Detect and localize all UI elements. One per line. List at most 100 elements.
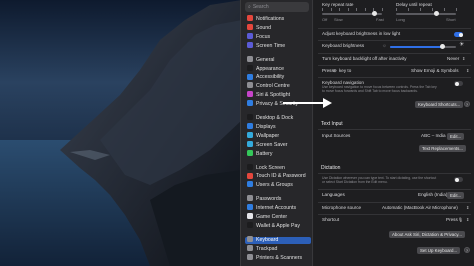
shortcut-label: Shortcut <box>322 217 340 222</box>
backlight-value[interactable]: Never <box>447 56 459 62</box>
sidebar-item-users-groups[interactable]: Users & Groups <box>245 181 311 189</box>
sidebar-item-notifications[interactable]: Notifications <box>245 15 311 23</box>
search-icon: ⌕ <box>248 4 251 10</box>
sidebar-item-lock-screen[interactable]: Lock Screen <box>245 163 311 172</box>
sidebar-item-internet-accounts[interactable]: Internet Accounts <box>245 204 311 212</box>
microphone-source-value[interactable]: Automatic (MacBook Air Microphone) <box>382 205 458 211</box>
sidebar-item-label: Displays <box>256 123 276 130</box>
sidebar-item-label: Passwords <box>256 196 282 203</box>
dictation-toggle[interactable] <box>454 177 463 182</box>
sidebar-item-icon <box>247 123 253 130</box>
sidebar-item-focus[interactable]: Focus <box>245 32 311 41</box>
press-globe-key-label: key to <box>339 68 352 73</box>
chevron-updown-icon[interactable]: ⇕ <box>466 217 469 223</box>
slider-tick <box>456 8 457 11</box>
sidebar-item-icon <box>247 181 253 188</box>
sidebar-item-icon <box>247 100 253 107</box>
sidebar-item-icon <box>247 204 253 211</box>
slider-tick <box>322 8 323 11</box>
sidebar-item-label: Desktop & Dock <box>256 115 294 121</box>
help-button[interactable]: ? <box>464 247 470 253</box>
press-globe-value[interactable]: Show Emoji & Symbols <box>411 68 459 74</box>
sidebar-item-keyboard[interactable]: Keyboard <box>245 235 311 244</box>
sidebar-item-touch-id-password[interactable]: Touch ID & Password <box>245 172 311 180</box>
help-button[interactable]: ? <box>464 101 470 107</box>
sidebar-item-displays[interactable]: Displays <box>245 123 311 131</box>
slider-tick <box>408 8 409 11</box>
sidebar-item-icon <box>247 222 253 229</box>
text-replacements-button[interactable]: Text Replacements... <box>419 145 466 152</box>
delay-long-label: Long <box>396 17 405 22</box>
sidebar-item-passwords[interactable]: Passwords <box>245 195 311 203</box>
slider-tick <box>347 8 349 11</box>
sidebar-item-icon <box>247 24 253 31</box>
sidebar-item-desktop-dock[interactable]: Desktop & Dock <box>245 114 311 122</box>
sidebar-item-control-centre[interactable]: Control Centre <box>245 82 311 90</box>
input-sources-edit-button[interactable]: Edit... <box>447 133 465 140</box>
brightness-slider-knob[interactable] <box>440 44 446 49</box>
divider <box>318 65 471 66</box>
key-repeat-slider[interactable] <box>322 11 382 16</box>
divider <box>318 214 471 215</box>
sidebar-item-icon <box>247 114 253 121</box>
sidebar-item-label: Printers & Scanners <box>256 254 303 261</box>
slider-tick <box>432 8 433 11</box>
sidebar-item-icon <box>247 172 253 179</box>
slider-tick <box>420 8 421 11</box>
globe-icon: ⊕ <box>333 68 337 73</box>
languages-edit-button[interactable]: Edit... <box>447 192 465 199</box>
sidebar-item-battery[interactable]: Battery <box>245 149 311 158</box>
sidebar-item-trackpad[interactable]: Trackpad <box>245 244 311 253</box>
system-settings-window: ⌕ Search Notifications Sound Focus Screen Ti… <box>240 0 474 266</box>
delay-repeat-slider[interactable] <box>396 11 456 16</box>
sidebar-item-wallpaper[interactable]: Wallpaper <box>245 131 311 140</box>
delay-until-repeat-label: Delay until repeat <box>396 2 432 7</box>
sidebar-item-label: Appearance <box>256 65 284 72</box>
toggle-knob <box>458 32 463 37</box>
slider-tick <box>364 8 366 11</box>
sidebar-item-general[interactable]: General <box>245 55 311 64</box>
keyboard-brightness-slider[interactable] <box>390 44 456 49</box>
sidebar-item-label: Game Center <box>256 214 288 220</box>
sidebar-item-icon <box>247 195 253 202</box>
sidebar-item-icon <box>247 235 253 242</box>
keyboard-shortcuts-button[interactable]: Keyboard Shortcuts... <box>415 101 464 108</box>
languages-value: English (India) <box>418 192 448 197</box>
key-repeat-slider-knob[interactable] <box>372 11 378 16</box>
chevron-updown-icon[interactable]: ⇕ <box>462 56 465 62</box>
sidebar-item-label: Wallpaper <box>256 132 280 139</box>
slider-tick <box>373 8 375 11</box>
input-sources-label: Input Sources <box>322 133 351 138</box>
about-siri-dictation-privacy-button[interactable]: About Ask Siri, Dictation & Privacy... <box>389 231 465 238</box>
set-up-keyboard-button[interactable]: Set Up Keyboard... <box>417 247 461 254</box>
sidebar-item-icon <box>247 64 253 71</box>
search-field[interactable]: ⌕ Search <box>245 2 309 12</box>
sidebar-item-appearance[interactable]: Appearance <box>245 64 311 73</box>
delay-short-label: Short <box>446 17 456 22</box>
divider <box>318 28 471 29</box>
chevron-updown-icon[interactable]: ⇕ <box>466 205 469 211</box>
adjust-brightness-toggle[interactable] <box>454 32 463 37</box>
sidebar-item-game-center[interactable]: Game Center <box>245 213 311 221</box>
sidebar-item-icon <box>247 82 253 89</box>
sidebar-item-accessibility[interactable]: Accessibility <box>245 73 311 81</box>
delay-repeat-slider-knob[interactable] <box>433 11 439 16</box>
sidebar-item-printers-scanners[interactable]: Printers & Scanners <box>245 253 311 262</box>
sidebar-item-screen-time[interactable]: Screen Time <box>245 41 311 50</box>
divider <box>318 40 471 41</box>
chevron-updown-icon[interactable]: ⇕ <box>466 68 469 74</box>
sidebar-item-sound[interactable]: Sound <box>245 24 311 32</box>
sidebar-item-wallet-apple-pay[interactable]: Wallet & Apple Pay <box>245 222 311 230</box>
sidebar-item-icon <box>247 244 253 251</box>
key-repeat-rate-label: Key repeat rate <box>322 2 354 7</box>
sidebar-item-label: Touch ID & Password <box>256 173 306 180</box>
brightness-fill <box>390 46 443 48</box>
shortcut-value[interactable]: Press <box>446 217 458 223</box>
sidebar-item-label: Keyboard <box>256 236 279 243</box>
sidebar-item-screen-saver[interactable]: Screen Saver <box>245 140 311 149</box>
slider-tick <box>339 8 340 11</box>
keyboard-navigation-toggle[interactable] <box>454 81 463 86</box>
sidebar-item-icon <box>247 140 253 147</box>
slider-tick <box>356 8 357 11</box>
sidebar-item-label: General <box>256 56 275 63</box>
